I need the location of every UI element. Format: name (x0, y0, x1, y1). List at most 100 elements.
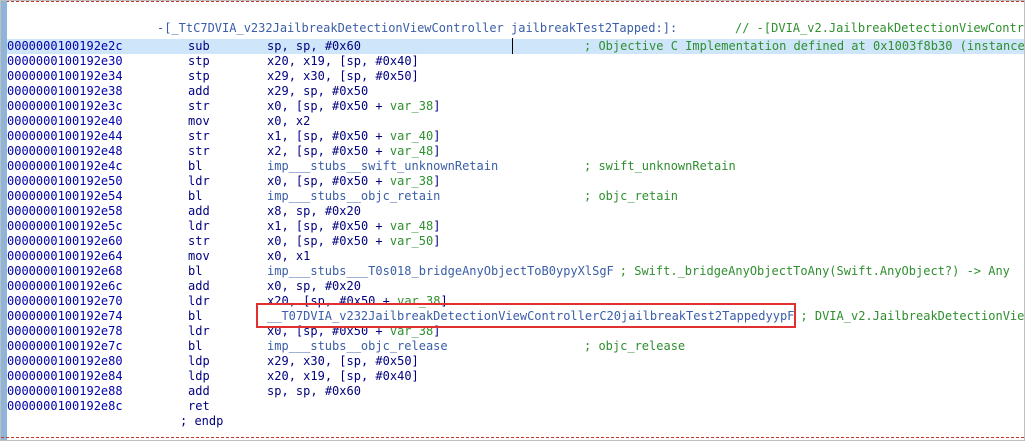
address[interactable]: 0000000100192e70 (7, 294, 123, 309)
mnemonic[interactable]: str (188, 144, 210, 159)
address[interactable]: 0000000100192e40 (7, 114, 123, 129)
operands[interactable]: x20, x19, [sp, #0x40] (267, 369, 419, 384)
address[interactable]: 0000000100192e30 (7, 54, 123, 69)
mnemonic[interactable]: ldr (188, 294, 210, 309)
address[interactable]: 0000000100192e50 (7, 174, 123, 189)
instruction-row[interactable]: 0000000100192e44 str x1, [sp, #0x50 + var_… (7, 129, 1024, 144)
symbol-reference[interactable]: imp___stubs__objc_retain (267, 189, 440, 203)
address[interactable]: 0000000100192e54 (7, 189, 123, 204)
address[interactable]: 0000000100192e74 (7, 309, 123, 324)
mnemonic[interactable]: ldp (188, 369, 210, 384)
operands[interactable]: x0, x1 (267, 249, 310, 264)
operands[interactable]: imp___stubs___T0s018_bridgeAnyObjectToB0… (267, 264, 1010, 279)
instruction-row[interactable]: 0000000100192e30 stp x20, x19, [sp, #0x40] (7, 54, 1024, 69)
symbol-reference[interactable]: imp___stubs___T0s018_bridgeAnyObjectToB0… (267, 264, 614, 278)
mnemonic[interactable]: add (188, 84, 210, 99)
mnemonic[interactable]: sub (188, 39, 210, 54)
address[interactable]: 0000000100192e38 (7, 84, 123, 99)
address[interactable]: 0000000100192e4c (7, 159, 123, 174)
instruction-row[interactable]: 0000000100192e8c ret (7, 399, 1024, 414)
operands[interactable]: x0, x2 (267, 114, 310, 129)
address[interactable]: 0000000100192e78 (7, 324, 123, 339)
address[interactable]: 0000000100192e80 (7, 354, 123, 369)
mnemonic[interactable]: ret (188, 399, 210, 414)
mnemonic[interactable]: add (188, 384, 210, 399)
mnemonic[interactable]: str (188, 129, 210, 144)
instruction-row[interactable]: 0000000100192e48 str x2, [sp, #0x50 + var_… (7, 144, 1024, 159)
mnemonic[interactable]: stp (188, 54, 210, 69)
mnemonic[interactable]: bl (188, 159, 202, 174)
address[interactable]: 0000000100192e68 (7, 264, 123, 279)
instruction-row[interactable]: 0000000100192e38 add x29, sp, #0x50 (7, 84, 1024, 99)
mnemonic[interactable]: mov (188, 249, 210, 264)
operands[interactable]: x20, x19, [sp, #0x40] (267, 54, 419, 69)
instruction-row[interactable]: 0000000100192e50 ldr x0, [sp, #0x50 + var_… (7, 174, 1024, 189)
instruction-row[interactable]: 0000000100192e60 str x0, [sp, #0x50 + var_… (7, 234, 1024, 249)
instruction-row[interactable]: 0000000100192e2c sub sp, sp, #0x60 ; Object… (7, 39, 1024, 54)
operands[interactable]: imp___stubs__objc_retain (267, 189, 440, 204)
instruction-row[interactable]: 0000000100192e4c bl imp___stubs__swift_unk… (7, 159, 1024, 174)
operands[interactable]: x0, sp, #0x20 (267, 279, 361, 294)
address[interactable]: 0000000100192e88 (7, 384, 123, 399)
instruction-row[interactable]: 0000000100192e88 add sp, sp, #0x60 (7, 384, 1024, 399)
procedure-name[interactable]: -[_TtC7DVIA_v232JailbreakDetectionViewCo… (157, 21, 677, 36)
operand-token[interactable]: var_38 (390, 99, 433, 113)
operands[interactable]: x1, [sp, #0x50 + var_40] (267, 129, 440, 144)
address[interactable]: 0000000100192e2c (7, 39, 123, 54)
address[interactable]: 0000000100192e34 (7, 69, 123, 84)
address[interactable]: 0000000100192e64 (7, 249, 123, 264)
mnemonic[interactable]: ldr (188, 324, 210, 339)
operands[interactable]: x2, [sp, #0x50 + var_48] (267, 144, 440, 159)
instruction-row[interactable]: 0000000100192e58 add x8, sp, #0x20 (7, 204, 1024, 219)
operands[interactable]: imp___stubs__swift_unknownRetain (267, 159, 498, 174)
instruction-row[interactable]: 0000000100192e54 bl imp___stubs__objc_reta… (7, 189, 1024, 204)
address[interactable]: 0000000100192e84 (7, 369, 123, 384)
operands[interactable]: x1, [sp, #0x50 + var_48] (267, 219, 440, 234)
operands[interactable]: imp___stubs__objc_release (267, 339, 448, 354)
mnemonic[interactable]: ldr (188, 219, 210, 234)
operands[interactable]: x8, sp, #0x20 (267, 204, 361, 219)
symbol-reference[interactable]: imp___stubs__objc_release (267, 339, 448, 353)
instruction-row[interactable]: 0000000100192e6c add x0, sp, #0x20 (7, 279, 1024, 294)
address[interactable]: 0000000100192e44 (7, 129, 123, 144)
mnemonic[interactable]: stp (188, 69, 210, 84)
operand-token[interactable]: var_40 (390, 129, 433, 143)
mnemonic[interactable]: add (188, 204, 210, 219)
operands[interactable]: x0, [sp, #0x50 + var_50] (267, 234, 440, 249)
address[interactable]: 0000000100192e58 (7, 204, 123, 219)
instruction-row[interactable]: 0000000100192e34 stp x29, x30, [sp, #0x50] (7, 69, 1024, 84)
mnemonic[interactable]: str (188, 99, 210, 114)
mnemonic[interactable]: bl (188, 189, 202, 204)
operands[interactable]: x29, sp, #0x50 (267, 84, 368, 99)
mnemonic[interactable]: mov (188, 114, 210, 129)
address[interactable]: 0000000100192e60 (7, 234, 123, 249)
instruction-row[interactable]: 0000000100192e80 ldp x29, x30, [sp, #0x50] (7, 354, 1024, 369)
mnemonic[interactable]: ldp (188, 354, 210, 369)
instruction-row[interactable]: 0000000100192e5c ldr x1, [sp, #0x50 + var_… (7, 219, 1024, 234)
mnemonic[interactable]: bl (188, 264, 202, 279)
mnemonic[interactable]: str (188, 234, 210, 249)
operand-token[interactable]: var_48 (390, 219, 433, 233)
instruction-row[interactable]: 0000000100192e3c str x0, [sp, #0x50 + var_… (7, 99, 1024, 114)
mnemonic[interactable]: bl (188, 309, 202, 324)
address[interactable]: 0000000100192e48 (7, 144, 123, 159)
address[interactable]: 0000000100192e3c (7, 99, 123, 114)
instruction-row[interactable]: 0000000100192e64 mov x0, x1 (7, 249, 1024, 264)
mnemonic[interactable]: ldr (188, 174, 210, 189)
address[interactable]: 0000000100192e8c (7, 399, 123, 414)
operands[interactable]: sp, sp, #0x60 (267, 39, 361, 54)
procedure-header[interactable]: -[_TtC7DVIA_v232JailbreakDetectionViewCo… (7, 21, 1024, 36)
operands[interactable]: x0, [sp, #0x50 + var_38] (267, 99, 440, 114)
operand-token[interactable]: var_50 (390, 234, 433, 248)
operands[interactable]: x29, x30, [sp, #0x50] (267, 354, 419, 369)
mnemonic[interactable]: bl (188, 339, 202, 354)
instruction-row[interactable]: 0000000100192e40 mov x0, x2 (7, 114, 1024, 129)
address[interactable]: 0000000100192e6c (7, 279, 123, 294)
operands[interactable]: sp, sp, #0x60 (267, 384, 361, 399)
address[interactable]: 0000000100192e5c (7, 219, 123, 234)
instruction-row[interactable]: 0000000100192e84 ldp x20, x19, [sp, #0x40] (7, 369, 1024, 384)
disassembly-view[interactable]: -[_TtC7DVIA_v232JailbreakDetectionViewCo… (0, 0, 1025, 441)
symbol-reference[interactable]: imp___stubs__swift_unknownRetain (267, 159, 498, 173)
operands[interactable]: x29, x30, [sp, #0x50] (267, 69, 419, 84)
operand-token[interactable]: var_38 (390, 174, 433, 188)
